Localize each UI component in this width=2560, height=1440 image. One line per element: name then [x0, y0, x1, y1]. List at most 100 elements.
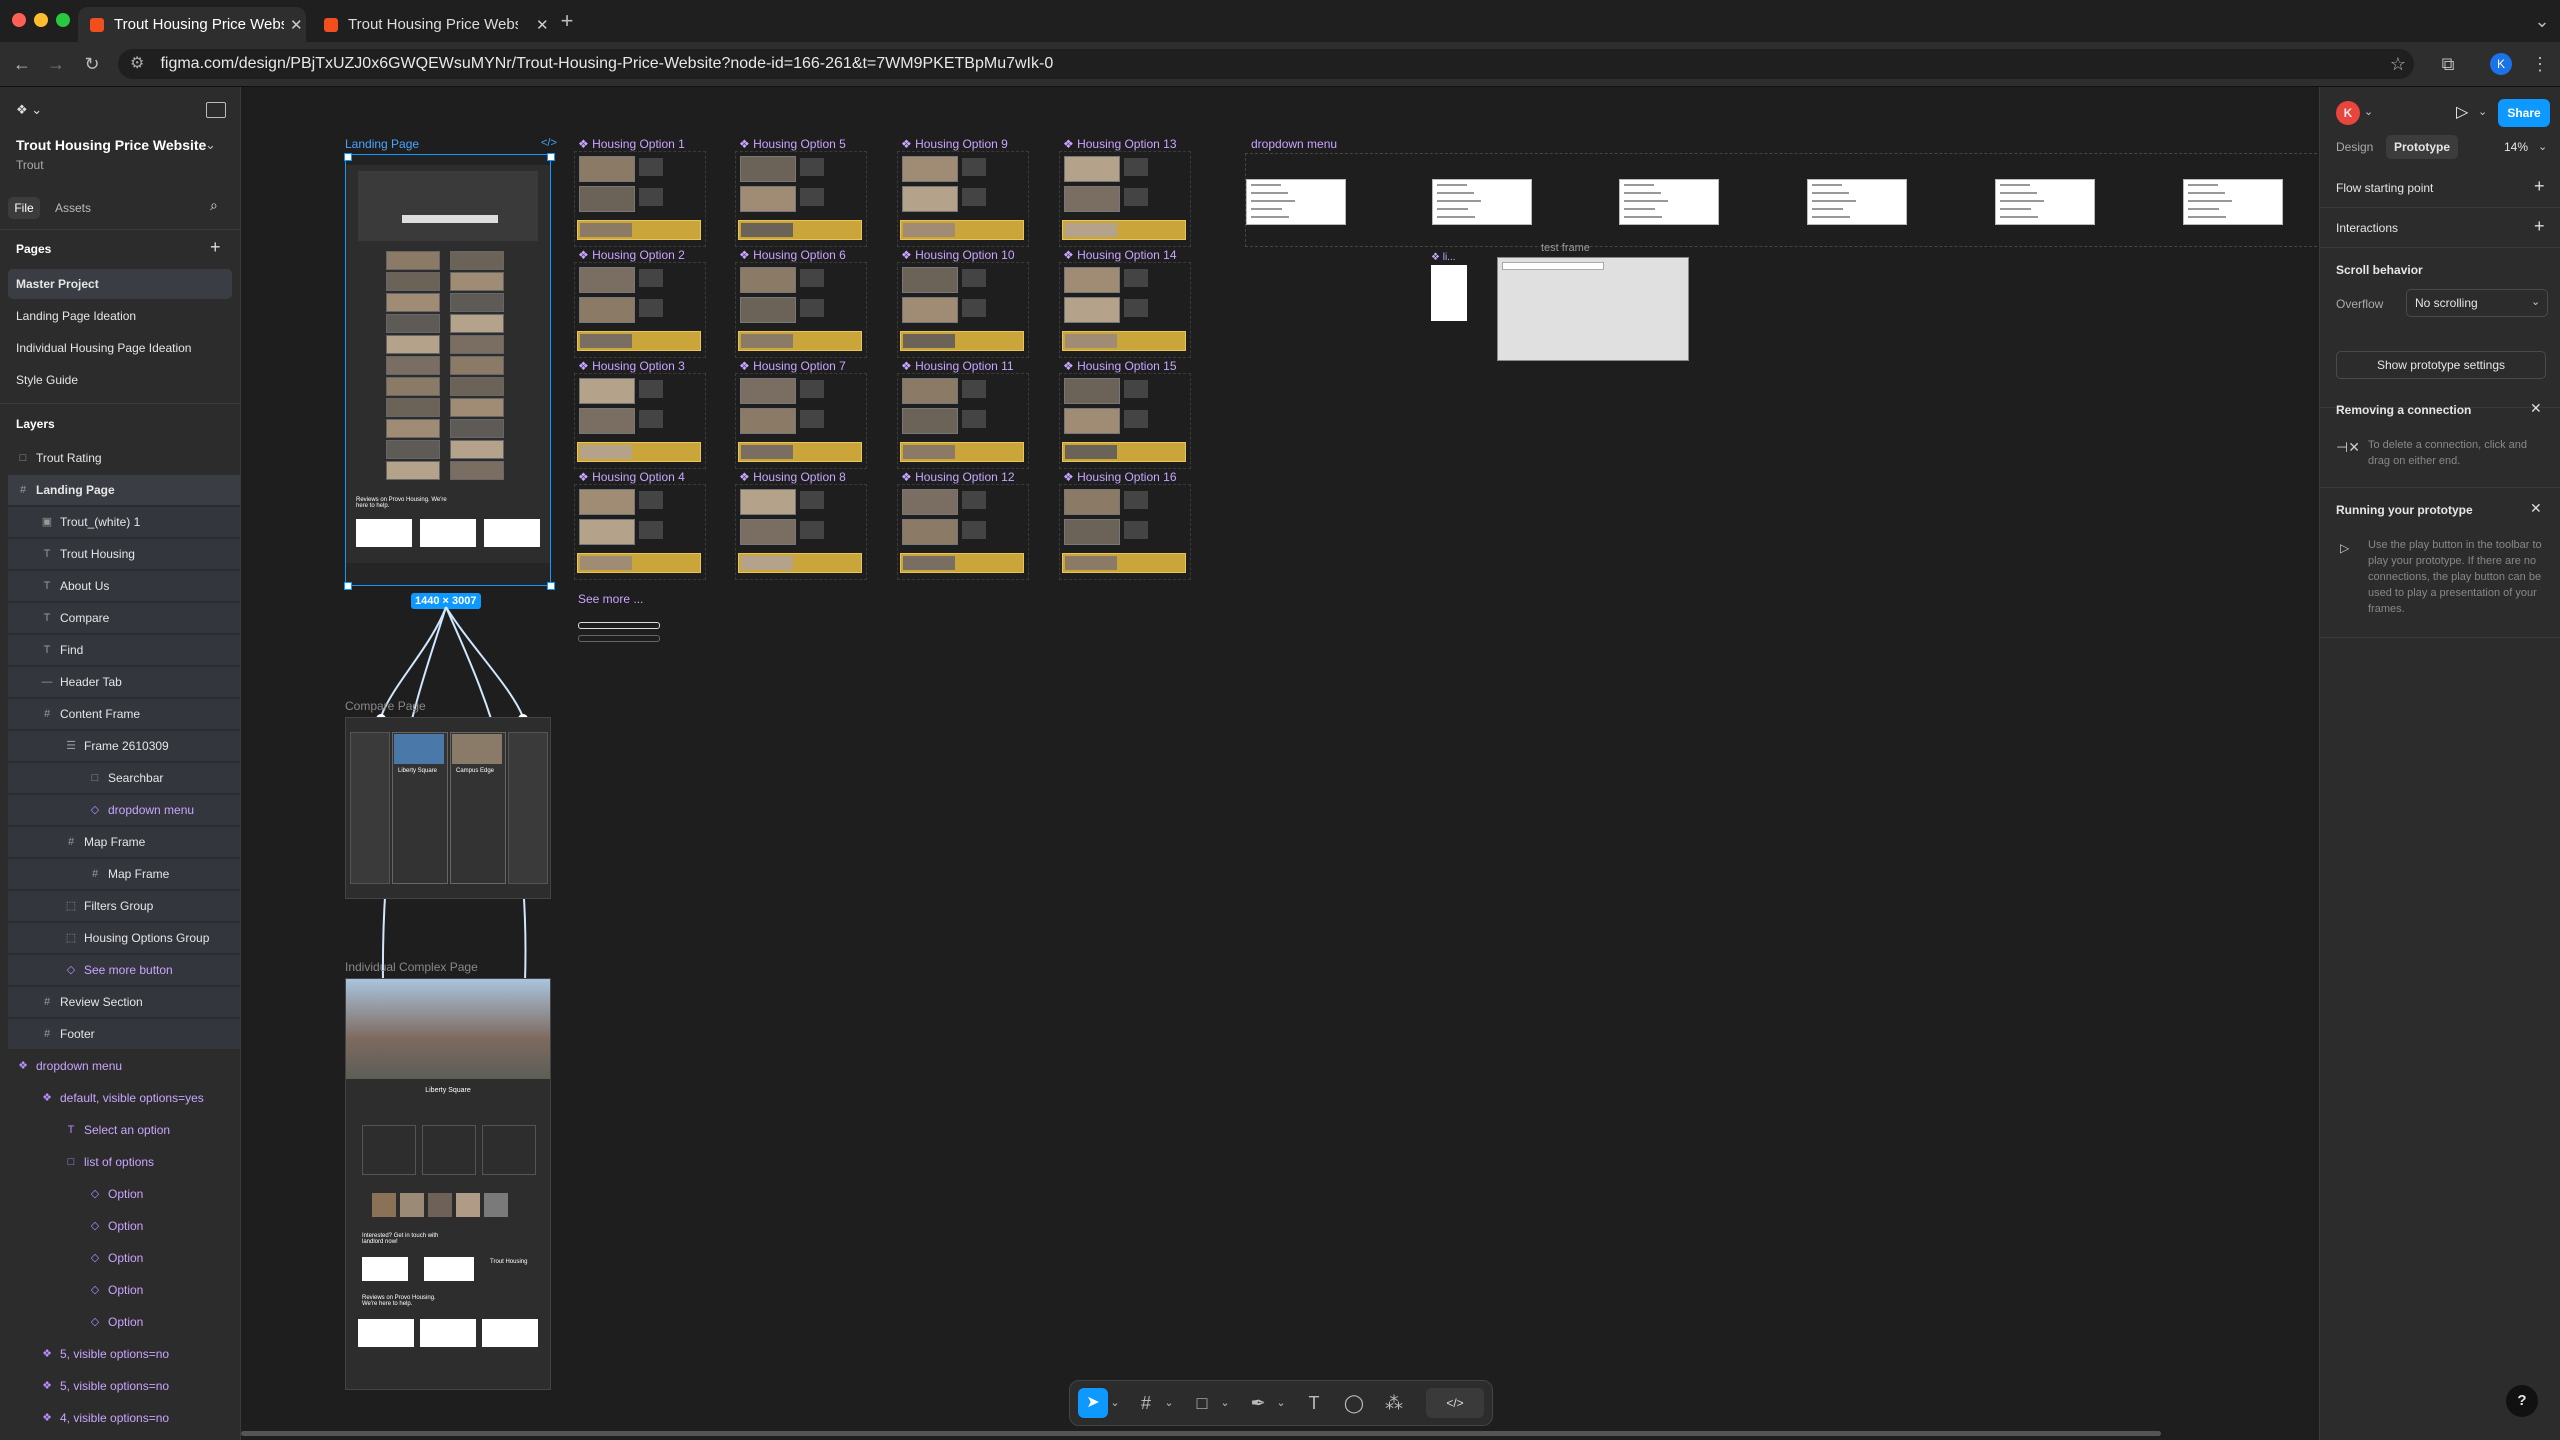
- housing-option-label[interactable]: ❖ Housing Option 14: [1063, 248, 1177, 262]
- layer-item[interactable]: ▣ Trout_(white) 1: [8, 507, 240, 537]
- minimize-window-button[interactable]: [34, 13, 48, 27]
- layer-item[interactable]: ◇ Option: [8, 1211, 240, 1241]
- layer-item[interactable]: T About Us: [8, 571, 240, 601]
- housing-option-component[interactable]: [1059, 151, 1191, 247]
- housing-option-label[interactable]: ❖ Housing Option 16: [1063, 470, 1177, 484]
- housing-option-component[interactable]: [735, 262, 867, 358]
- layer-item[interactable]: ❖ 5, visible options=no: [8, 1371, 240, 1401]
- layer-item[interactable]: ◇ Option: [8, 1307, 240, 1337]
- housing-option-label[interactable]: ❖ Housing Option 2: [578, 248, 685, 262]
- move-tool-chevron-icon[interactable]: ⌄: [1108, 1391, 1122, 1415]
- layer-item[interactable]: — Header Tab: [8, 667, 240, 697]
- layer-item[interactable]: T Select an option: [8, 1115, 240, 1145]
- new-tab-icon[interactable]: +: [555, 9, 579, 33]
- profile-avatar[interactable]: K: [2490, 53, 2512, 75]
- close-window-button[interactable]: [12, 13, 26, 27]
- overflow-select[interactable]: No scrolling ⌄: [2406, 289, 2548, 317]
- page-item-landing-page-ideation[interactable]: Landing Page Ideation: [0, 301, 240, 331]
- dropdown-menu-variant[interactable]: [1246, 179, 1346, 225]
- help-button[interactable]: ?: [2506, 1385, 2538, 1417]
- site-info-icon[interactable]: ⚙: [130, 49, 150, 79]
- layer-item[interactable]: # Map Frame: [8, 827, 240, 857]
- housing-option-component[interactable]: [1059, 262, 1191, 358]
- shape-tool-chevron-icon[interactable]: ⌄: [1218, 1391, 1232, 1415]
- page-item-master-project[interactable]: Master Project: [8, 269, 232, 299]
- toggle-sidebar-icon[interactable]: [206, 102, 226, 118]
- dropdown-menu-component-label[interactable]: dropdown menu: [1251, 137, 1337, 151]
- browser-menu-icon[interactable]: ⋮: [2528, 52, 2552, 76]
- dropdown-menu-variant[interactable]: [1995, 179, 2095, 225]
- layer-item[interactable]: T Compare: [8, 603, 240, 633]
- housing-option-label[interactable]: ❖ Housing Option 10: [901, 248, 1015, 262]
- page-item-style-guide[interactable]: Style Guide: [0, 365, 240, 395]
- dev-mode-toggle[interactable]: </>: [1426, 1388, 1484, 1418]
- layer-item[interactable]: # Review Section: [8, 987, 240, 1017]
- search-icon[interactable]: ⌕: [210, 197, 218, 214]
- compare-page-frame[interactable]: Liberty Square Campus Edge: [345, 717, 551, 899]
- frame-label-test-frame[interactable]: test frame: [1541, 242, 1590, 254]
- layer-item[interactable]: T Trout Housing: [8, 539, 240, 569]
- add-interaction-icon[interactable]: +: [2534, 216, 2545, 237]
- design-canvas[interactable]: Landing Page </> Reviews on Provo Housin…: [241, 87, 2318, 1440]
- housing-option-component[interactable]: [574, 484, 706, 580]
- housing-option-component[interactable]: [574, 151, 706, 247]
- housing-option-component[interactable]: [1059, 484, 1191, 580]
- housing-option-label[interactable]: ❖ Housing Option 12: [901, 470, 1015, 484]
- forward-icon[interactable]: →: [44, 52, 68, 76]
- layer-item[interactable]: ◇ dropdown menu: [8, 795, 240, 825]
- layer-item[interactable]: T Find: [8, 635, 240, 665]
- tab-file[interactable]: File: [8, 197, 40, 219]
- frame-tool-chevron-icon[interactable]: ⌄: [1162, 1391, 1176, 1415]
- tab-prototype[interactable]: Prototype: [2386, 135, 2459, 159]
- close-tab-icon[interactable]: ✕: [290, 16, 303, 34]
- layer-item[interactable]: ◇ Option: [8, 1179, 240, 1209]
- layer-item[interactable]: □ Trout Rating: [8, 443, 240, 473]
- frame-tool-icon[interactable]: #: [1134, 1391, 1158, 1415]
- resources-tool-icon[interactable]: ⁂: [1382, 1391, 1406, 1415]
- housing-option-component[interactable]: [897, 373, 1029, 469]
- zoom-chevron-icon[interactable]: ⌄: [2538, 140, 2547, 153]
- layer-item[interactable]: ❖ 5, visible options=no: [8, 1339, 240, 1369]
- layer-item[interactable]: # Footer: [8, 1019, 240, 1049]
- housing-option-component[interactable]: [897, 484, 1029, 580]
- housing-option-label[interactable]: ❖ Housing Option 6: [739, 248, 846, 262]
- housing-option-label[interactable]: ❖ Housing Option 3: [578, 359, 685, 373]
- maximize-window-button[interactable]: [56, 13, 70, 27]
- housing-option-component[interactable]: [735, 484, 867, 580]
- browser-tab-2[interactable]: Trout Housing Price Website ✕: [312, 7, 552, 42]
- layer-item[interactable]: □ list of options: [8, 1147, 240, 1177]
- dropdown-menu-component-set[interactable]: [1245, 153, 2318, 247]
- housing-option-label[interactable]: ❖ Housing Option 13: [1063, 137, 1177, 151]
- layer-item[interactable]: ◇ Option: [8, 1275, 240, 1305]
- layer-item[interactable]: ❖ default, visible options=yes: [8, 1083, 240, 1113]
- layer-item[interactable]: # Map Frame: [8, 859, 240, 889]
- housing-option-label[interactable]: ❖ Housing Option 7: [739, 359, 846, 373]
- back-icon[interactable]: ←: [10, 52, 34, 76]
- housing-option-label[interactable]: ❖ Housing Option 11: [901, 359, 1014, 373]
- close-tab-icon[interactable]: ✕: [536, 16, 549, 34]
- tab-assets[interactable]: Assets: [55, 197, 91, 219]
- share-button[interactable]: Share: [2498, 99, 2550, 127]
- layer-item[interactable]: □ Searchbar: [8, 763, 240, 793]
- show-prototype-settings-button[interactable]: Show prototype settings: [2336, 351, 2546, 379]
- housing-option-label[interactable]: ❖ Housing Option 4: [578, 470, 685, 484]
- housing-option-label[interactable]: ❖ Housing Option 15: [1063, 359, 1177, 373]
- layer-item[interactable]: ☰ Frame 2610309: [8, 731, 240, 761]
- extensions-icon[interactable]: ⧉: [2436, 52, 2460, 76]
- avatar-chevron-icon[interactable]: ⌄: [2364, 105, 2373, 118]
- present-chevron-icon[interactable]: ⌄: [2478, 105, 2487, 118]
- pen-tool-chevron-icon[interactable]: ⌄: [1274, 1391, 1288, 1415]
- housing-option-component[interactable]: [897, 262, 1029, 358]
- browser-tab-1[interactable]: Trout Housing Price Website ✕: [78, 7, 306, 42]
- frame-label-individual-complex-page[interactable]: Individual Complex Page: [345, 960, 478, 974]
- dropdown-menu-variant[interactable]: [1807, 179, 1907, 225]
- bookmark-star-icon[interactable]: ☆: [2386, 52, 2410, 76]
- team-name[interactable]: Trout: [16, 158, 44, 172]
- layer-item[interactable]: # Content Frame: [8, 699, 240, 729]
- page-item-individual-housing-page-ideation[interactable]: Individual Housing Page Ideation: [0, 333, 240, 363]
- housing-option-label[interactable]: ❖ Housing Option 1: [578, 137, 685, 151]
- file-menu-chevron-icon[interactable]: ⌄: [205, 137, 216, 153]
- housing-option-component[interactable]: [574, 262, 706, 358]
- layer-item[interactable]: ◇ Option: [8, 1243, 240, 1273]
- user-avatar[interactable]: K: [2336, 101, 2360, 125]
